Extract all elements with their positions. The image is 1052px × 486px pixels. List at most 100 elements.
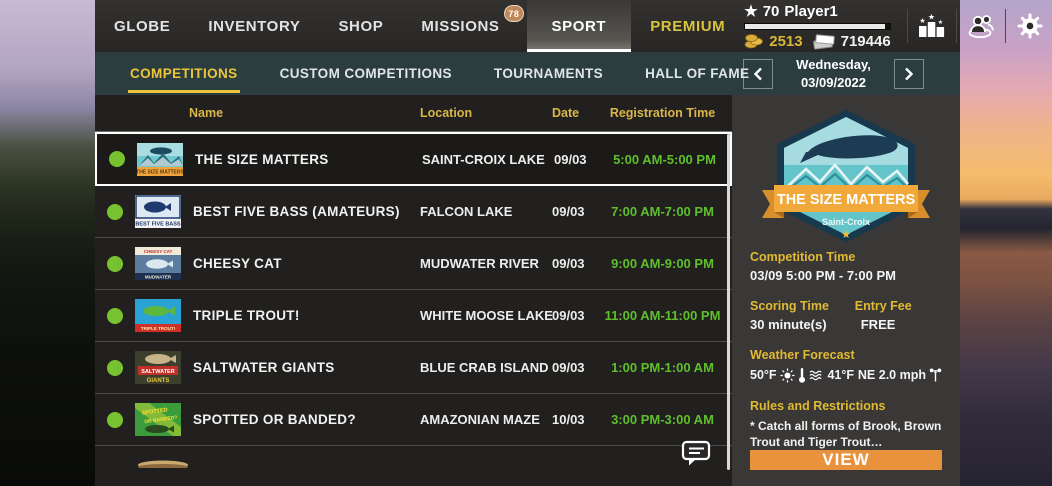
open-status-dot [107, 359, 123, 376]
open-status-dot [109, 151, 125, 167]
open-status-dot [107, 255, 123, 272]
divider [906, 9, 908, 43]
header-name: Name [189, 106, 224, 120]
current-date-weekday: Wednesday, [796, 56, 871, 72]
svg-text:GIANTS: GIANTS [147, 378, 170, 384]
competition-row[interactable]: SPOTTED OR BANDED? SPOTTED OR BANDED? AM… [95, 394, 732, 446]
badge-star-icon: ★ [841, 229, 851, 241]
player-identity: ★ 70 Player1 [744, 3, 890, 20]
competition-time-label: Competition Time [750, 250, 856, 264]
svg-text:CHEESY CAT: CHEESY CAT [144, 249, 173, 254]
divider [955, 9, 957, 43]
friends-button[interactable] [965, 10, 997, 42]
chat-bubble-icon [681, 440, 711, 466]
svg-text:MUDWATER: MUDWATER [145, 275, 172, 280]
scoring-time-value: 30 minute(s) [750, 317, 827, 332]
competition-details-panel: THE SIZE MATTERS Saint-Croix ★ Competiti… [732, 95, 960, 486]
competition-date: 09/03 [554, 151, 587, 167]
nav-globe[interactable]: GLOBE [95, 0, 189, 52]
content-area: Name Location Date Registration Time THE… [95, 95, 960, 486]
game-ui: GLOBE INVENTORY SHOP MISSIONS 78 SPORT P… [95, 0, 1043, 486]
competition-row[interactable]: BEST FIVE BASS BEST FIVE BASS (AMATEURS)… [95, 186, 732, 238]
weather-row: 50°F 41°F NE 2.0 mph [750, 367, 942, 383]
competition-logo-cheesy-cat: CHEESY CAT MUDWATER [135, 247, 181, 280]
competition-name: CHEESY CAT [193, 256, 282, 271]
view-button[interactable]: VIEW [750, 450, 942, 471]
water-temperature: 41°F [827, 368, 854, 382]
competition-badge-icon: THE SIZE MATTERS Saint-Croix ★ [762, 110, 930, 242]
competition-location: SAINT-CROIX LAKE [422, 151, 545, 167]
competition-logo-best-five-bass: BEST FIVE BASS [135, 195, 181, 228]
sport-tabs: COMPETITIONS CUSTOM COMPETITIONS TOURNAM… [95, 52, 749, 95]
competition-logo-saltwater-giants: SALTWATER GIANTS [135, 351, 181, 384]
current-date: Wednesday, 03/09/2022 [777, 56, 890, 91]
background-scenery-right [960, 0, 1052, 486]
player-level: 70 [762, 2, 780, 20]
competition-location: MUDWATER RIVER [420, 256, 539, 271]
main-nav: GLOBE INVENTORY SHOP MISSIONS 78 SPORT P… [95, 0, 744, 52]
settings-button[interactable] [1014, 10, 1046, 42]
top-nav-bar: GLOBE INVENTORY SHOP MISSIONS 78 SPORT P… [95, 0, 1043, 52]
tab-custom-competitions[interactable]: CUSTOM COMPETITIONS [259, 52, 473, 95]
tab-hall-of-fame[interactable]: HALL OF FAME [624, 52, 770, 95]
water-waves-icon [809, 370, 823, 381]
competition-logo-size-matters: THE SIZE MATTERS [137, 142, 183, 176]
sun-icon [780, 367, 795, 383]
svg-text:★: ★ [928, 13, 935, 22]
level-star-icon: ★ [744, 2, 758, 20]
next-day-button[interactable] [894, 58, 924, 89]
nav-premium[interactable]: PREMIUM [631, 0, 744, 52]
competition-logo-partial [138, 460, 188, 468]
coins-icon [744, 34, 764, 49]
divider [1004, 9, 1006, 43]
competition-name: THE SIZE MATTERS [195, 151, 329, 167]
gear-icon [1017, 13, 1043, 39]
competition-name: TRIPLE TROUT! [193, 308, 300, 323]
open-status-dot [107, 203, 123, 220]
competition-logo-spotted-or-banded: SPOTTED OR BANDED? [135, 403, 181, 436]
nav-missions[interactable]: MISSIONS 78 [402, 0, 526, 52]
friends-icon [968, 15, 994, 39]
table-scrollbar[interactable] [727, 134, 730, 470]
open-status-dot [107, 307, 123, 324]
registration-time: 1:00 PM-1:00 AM [611, 360, 714, 375]
rules-label: Rules and Restrictions [750, 399, 886, 413]
chevron-right-icon [905, 67, 914, 80]
player-panel: ★ 70 Player1 2513 719446 [744, 0, 891, 52]
competition-row[interactable]: SALTWATER GIANTS SALTWATER GIANTS BLUE C… [95, 342, 732, 394]
badge-subtitle: Saint-Croix [822, 217, 870, 227]
tab-tournaments[interactable]: TOURNAMENTS [473, 52, 624, 95]
competition-row[interactable]: TRIPLE TROUT! TRIPLE TROUT! WHITE MOOSE … [95, 290, 732, 342]
competition-row-selected[interactable]: THE SIZE MATTERS THE SIZE MATTERS SAINT-… [95, 132, 732, 186]
tab-competitions[interactable]: COMPETITIONS [109, 52, 259, 95]
competition-name: SALTWATER GIANTS [193, 360, 335, 375]
anemometer-icon [929, 368, 942, 382]
leaderboard-button[interactable]: ★ ★ ★ [916, 10, 948, 42]
currency-row: 2513 719446 [744, 32, 891, 50]
rules-text: * Catch all forms of Brook, Brown Trout … [750, 419, 942, 449]
header-date: Date [552, 106, 580, 120]
registration-time: 5:00 AM-5:00 PM [613, 151, 716, 167]
nav-sport[interactable]: SPORT [526, 0, 632, 52]
nav-inventory[interactable]: INVENTORY [189, 0, 319, 52]
background-scenery-left [0, 0, 95, 486]
competition-row-partial[interactable] [95, 446, 732, 486]
nav-shop[interactable]: SHOP [319, 0, 402, 52]
competition-name: BEST FIVE BASS (AMATEURS) [193, 204, 400, 219]
svg-text:TRIPLE TROUT!: TRIPLE TROUT! [141, 326, 176, 331]
svg-text:★: ★ [920, 17, 926, 25]
registration-time: 7:00 AM-7:00 PM [611, 204, 714, 219]
table-header-row: Name Location Date Registration Time [95, 95, 732, 132]
scoring-time-label: Scoring Time [750, 299, 829, 313]
competition-logo-triple-trout: TRIPLE TROUT! [135, 299, 181, 332]
chat-button[interactable] [680, 438, 712, 468]
weather-forecast-label: Weather Forecast [750, 348, 855, 362]
cash-amount: 719446 [840, 32, 891, 50]
header-location: Location [420, 106, 473, 120]
competition-date: 10/03 [552, 412, 585, 427]
registration-time: 11:00 AM-11:00 PM [604, 308, 721, 323]
competition-time-value: 03/09 5:00 PM - 7:00 PM [750, 268, 896, 283]
nav-missions-label: MISSIONS [421, 17, 500, 35]
competition-row[interactable]: CHEESY CAT MUDWATER CHEESY CAT MUDWATER … [95, 238, 732, 290]
open-status-dot [107, 411, 123, 428]
